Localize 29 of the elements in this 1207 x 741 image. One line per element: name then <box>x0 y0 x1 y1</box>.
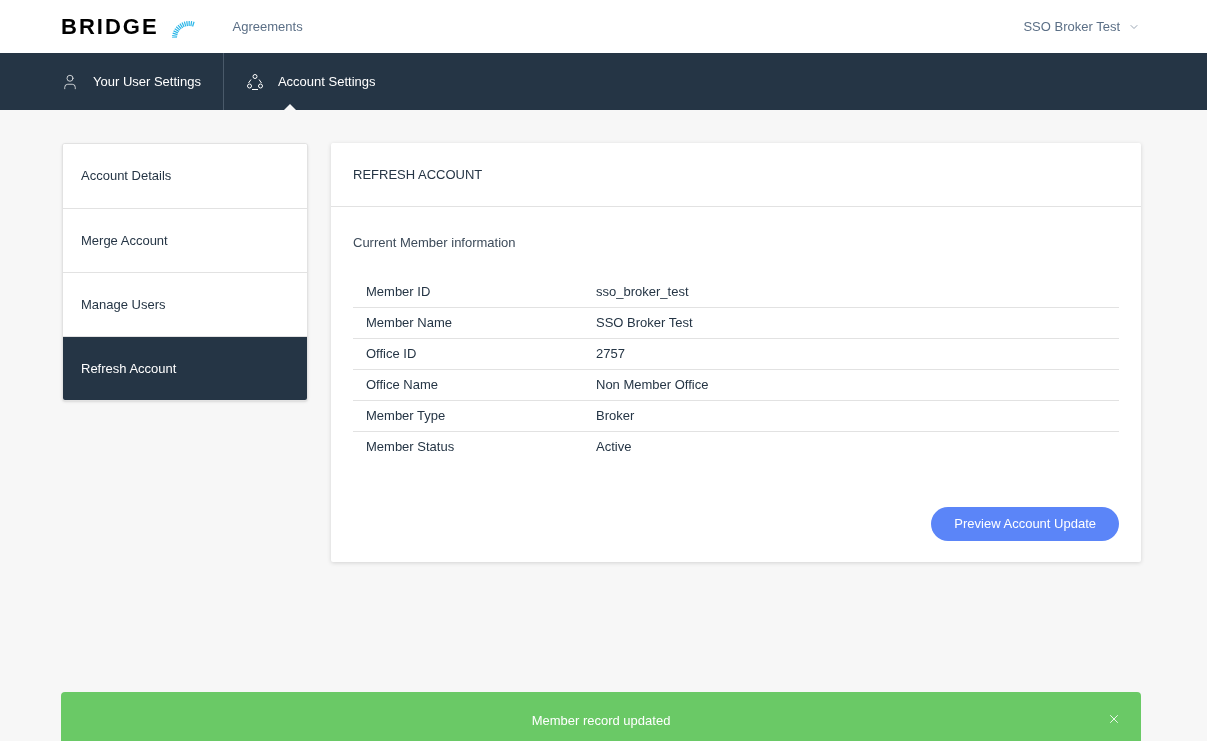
close-icon <box>1107 712 1121 726</box>
field-value: sso_broker_test <box>596 282 689 301</box>
field-label: Office Name <box>366 375 439 394</box>
field-value: Active <box>596 438 632 457</box>
field-value: SSO Broker Test <box>596 313 693 332</box>
field-label: Member Type <box>366 406 447 425</box>
user-icon <box>61 72 79 91</box>
logo[interactable]: BRIDGE <box>61 15 205 38</box>
panel-title: REFRESH ACCOUNT <box>353 165 483 184</box>
people-group-icon <box>245 72 264 91</box>
field-label: Member Status <box>366 438 456 457</box>
field-label: Member ID <box>366 282 432 301</box>
settings-tab[interactable]: Your User Settings <box>61 53 224 110</box>
section-title: Current Member information <box>353 234 517 252</box>
sidebar-item[interactable]: Account Details <box>63 144 307 208</box>
settings-tab[interactable]: Account Settings <box>223 53 376 110</box>
close-button[interactable] <box>1107 712 1121 726</box>
sidebar-item[interactable]: Merge Account <box>63 208 307 272</box>
agreements-link[interactable]: Agreements <box>232 16 303 37</box>
sidebar-item[interactable]: Refresh Account <box>63 336 307 400</box>
field-label: Member Name <box>366 313 453 332</box>
field-value: Non Member Office <box>596 375 709 394</box>
field-value: Broker <box>596 406 635 425</box>
tab-pointer <box>283 104 296 110</box>
toast-message: Member record updated <box>531 712 671 730</box>
field-label: Office ID <box>366 344 418 363</box>
sidebar-item[interactable]: Manage Users <box>63 272 307 336</box>
user-menu[interactable]: SSO Broker Test <box>1023 16 1140 37</box>
field-value: 2757 <box>596 344 625 363</box>
